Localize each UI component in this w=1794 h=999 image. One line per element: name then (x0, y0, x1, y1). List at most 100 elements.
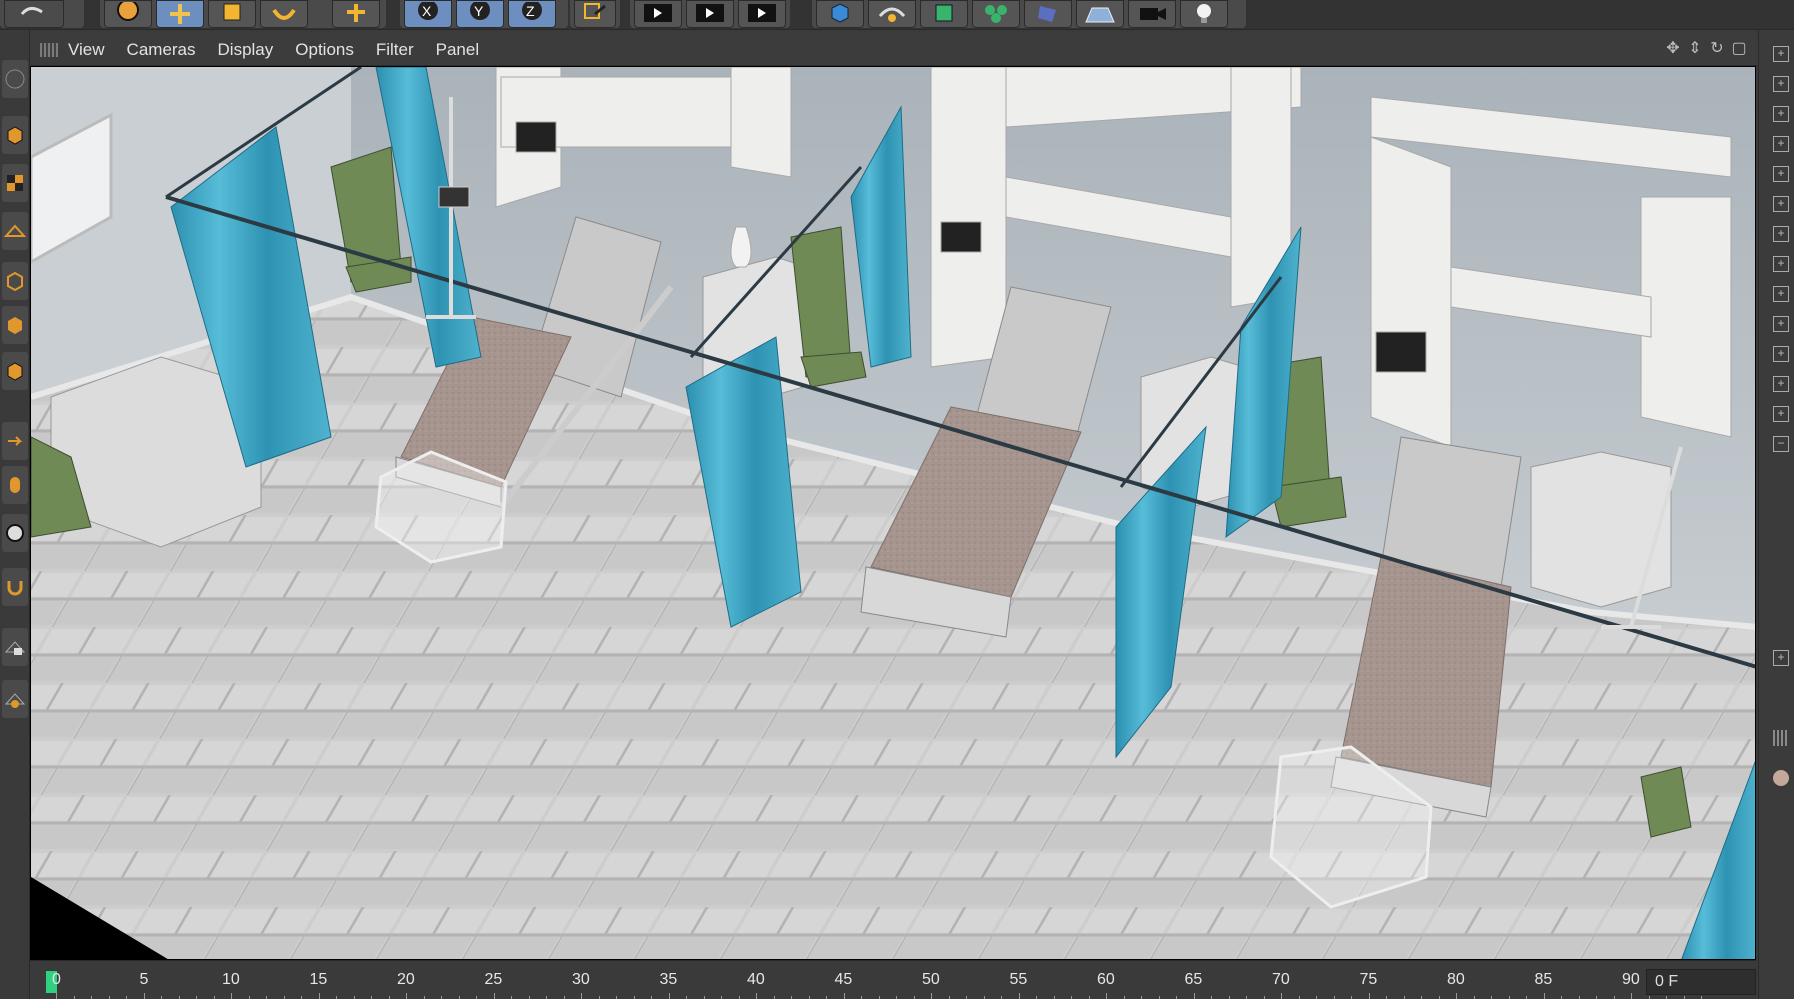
polygons-mode-button[interactable] (2, 352, 28, 390)
tools-group (100, 0, 340, 28)
expand-icon[interactable]: + (1773, 136, 1789, 152)
menu-panel[interactable]: Panel (436, 34, 479, 66)
coord-group (570, 0, 620, 28)
panel-grip-icon[interactable] (40, 42, 58, 57)
expand-icon[interactable]: + (1773, 650, 1789, 666)
timeline-tick-mark (56, 993, 57, 999)
timeline-tick-label: 55 (1009, 971, 1028, 988)
z-axis-button[interactable]: Z (508, 0, 556, 28)
expand-icon[interactable]: + (1773, 256, 1789, 272)
x-axis-button[interactable]: X (404, 0, 452, 28)
timeline-tick-mark (931, 993, 932, 999)
points-mode-button[interactable] (2, 262, 28, 300)
svg-text:Z: Z (526, 3, 535, 19)
timeline-tick-mark (493, 993, 495, 999)
expand-icon[interactable]: + (1773, 316, 1789, 332)
cube-button[interactable] (816, 0, 864, 28)
timeline-tick-mark (318, 993, 320, 999)
timeline-tick-label: 20 (397, 971, 415, 988)
subdivision-button[interactable] (920, 0, 968, 28)
expand-icon[interactable]: + (1773, 106, 1789, 122)
timeline-tick-label: 65 (1184, 971, 1203, 988)
timeline-tick-mark (1193, 993, 1195, 999)
maximize-icon[interactable]: ▢ (1730, 40, 1748, 58)
expand-icon[interactable]: + (1773, 406, 1789, 422)
nurbs-icon (878, 7, 906, 22)
current-frame-field[interactable]: 0 F (1646, 969, 1756, 995)
expand-icon[interactable]: + (1773, 286, 1789, 302)
expand-icon[interactable]: + (1773, 226, 1789, 242)
grid-snap-icon (4, 693, 26, 708)
y-axis-button[interactable]: Y (456, 0, 504, 28)
undo-button[interactable] (4, 0, 64, 28)
undo-icon (20, 7, 43, 16)
3d-viewport[interactable] (30, 66, 1756, 960)
move-button[interactable] (156, 0, 204, 28)
rotate-icon (272, 8, 296, 20)
timeline-tick-mark (1106, 993, 1107, 999)
expand-icon[interactable]: + (1773, 76, 1789, 92)
viewport-menu-bar: View Cameras Display Options Filter Pane… (30, 34, 1760, 66)
y-axis-lock: Y (470, 2, 490, 20)
timeline-tick-mark (406, 993, 407, 999)
zoom-icon[interactable]: ⇕ (1686, 40, 1704, 58)
snap-button[interactable] (2, 514, 28, 552)
move-icon (170, 4, 190, 24)
material-preview-icon[interactable] (1773, 770, 1789, 786)
menu-view[interactable]: View (68, 34, 105, 66)
move-alt-icon (347, 4, 365, 22)
collapse-icon[interactable]: − (1773, 436, 1789, 452)
camera-icon (1140, 8, 1166, 20)
workplane-lock-button[interactable] (2, 628, 28, 666)
scale-button[interactable] (208, 0, 256, 28)
render-picture-viewer-button[interactable] (686, 0, 734, 28)
cloner-button[interactable] (972, 0, 1020, 28)
deformer-button[interactable] (1024, 0, 1072, 28)
render-view-button[interactable] (634, 0, 682, 28)
expand-icon[interactable]: + (1773, 346, 1789, 362)
viewport-nav-controls: ✥ ⇕ ↻ ▢ (1664, 40, 1748, 58)
timeline[interactable]: 0 5 10 15 20 25 30 35 40 45 50 55 60 65 70 75 80 85 90 0 F (30, 960, 1756, 999)
expand-icon[interactable]: + (1773, 46, 1789, 62)
grid-snap-button[interactable] (2, 680, 28, 718)
timeline-tick-mark (1018, 993, 1020, 999)
light-button[interactable] (1180, 0, 1228, 28)
transform-button[interactable] (332, 0, 380, 28)
pan-icon[interactable]: ✥ (1664, 40, 1682, 58)
orbit-icon[interactable]: ↻ (1708, 40, 1726, 58)
menu-cameras[interactable]: Cameras (127, 34, 196, 66)
grid-plane-icon (4, 224, 26, 237)
render-settings-button[interactable] (738, 0, 786, 28)
snap-icon (6, 524, 24, 542)
cube-icon (831, 3, 849, 23)
timeline-tick-mark (756, 993, 757, 999)
timeline-tick-label: 70 (1272, 971, 1290, 988)
timeline-tick-mark (843, 993, 845, 999)
workplane-button[interactable] (2, 212, 28, 250)
rotate-button[interactable] (260, 0, 308, 28)
expand-icon[interactable]: + (1773, 166, 1789, 182)
model-mode-button[interactable] (2, 116, 28, 154)
menu-filter[interactable]: Filter (376, 34, 414, 66)
timeline-tick-mark (1543, 993, 1545, 999)
floor-button[interactable] (1076, 0, 1124, 28)
edges-mode-button[interactable] (2, 306, 28, 344)
camera-button[interactable] (1128, 0, 1176, 28)
scale-icon (223, 3, 241, 21)
panel-grip-icon[interactable] (1773, 730, 1789, 746)
menu-display[interactable]: Display (218, 34, 274, 66)
soft-selection-button[interactable] (2, 568, 28, 606)
sphere-mode-button[interactable] (2, 60, 28, 98)
texture-mode-button[interactable] (2, 164, 28, 202)
tweak-mode-button[interactable] (2, 466, 28, 504)
live-selection-button[interactable] (104, 0, 152, 28)
menu-options[interactable]: Options (295, 34, 354, 66)
world-coord-button[interactable] (574, 0, 616, 28)
polygons-icon (7, 362, 23, 381)
nurbs-button[interactable] (868, 0, 916, 28)
timeline-tick-mark (1281, 993, 1282, 999)
render-view-icon (644, 4, 672, 22)
expand-icon[interactable]: + (1773, 376, 1789, 392)
axis-mode-button[interactable] (2, 422, 28, 460)
expand-icon[interactable]: + (1773, 196, 1789, 212)
